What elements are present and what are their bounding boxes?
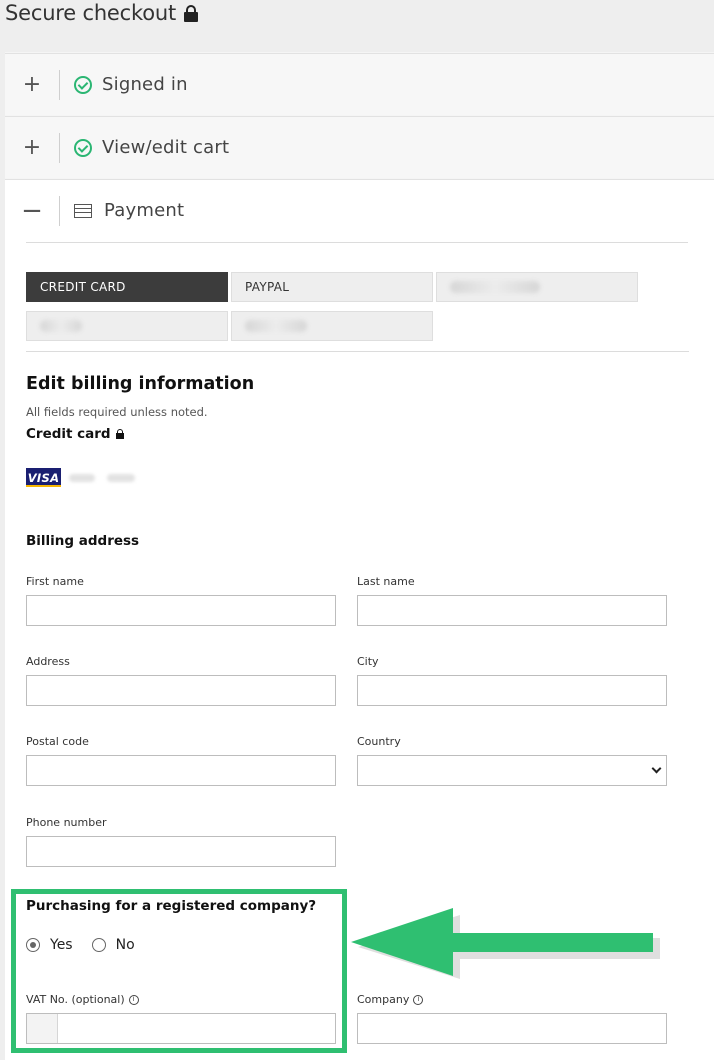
accordion-cart[interactable]: + View/edit cart	[5, 116, 714, 178]
check-circle-icon	[74, 138, 92, 157]
expand-icon[interactable]: +	[5, 69, 60, 100]
info-icon[interactable]: i	[413, 994, 424, 1005]
tab-payment-method-5[interactable]	[231, 311, 433, 341]
lock-icon	[184, 4, 198, 22]
chevron-down-icon	[651, 763, 662, 774]
country-select[interactable]	[357, 755, 667, 786]
first-name-input[interactable]	[26, 595, 336, 626]
radio-yes-label[interactable]: Yes	[50, 937, 73, 953]
vat-field	[26, 1013, 336, 1044]
required-note: All fields required unless noted.	[26, 405, 208, 419]
redacted-card-number	[69, 474, 95, 482]
annotation-arrow-shape	[351, 908, 653, 976]
check-circle-icon	[74, 75, 92, 94]
tab-label: PAYPAL	[245, 280, 290, 294]
accordion-payment[interactable]: − Payment	[5, 179, 714, 241]
radio-no-label[interactable]: No	[116, 937, 135, 953]
country-label: Country	[357, 735, 401, 748]
tab-label: CREDIT CARD	[40, 280, 126, 294]
accordion-signed-in[interactable]: + Signed in	[5, 53, 714, 115]
vat-input[interactable]	[26, 1013, 336, 1044]
vat-label: VAT No. (optional) i	[26, 993, 139, 1006]
billing-heading: Edit billing information	[26, 374, 255, 394]
postal-code-input[interactable]	[26, 755, 336, 786]
lock-icon	[115, 429, 124, 439]
city-label: City	[357, 655, 379, 668]
last-name-label: Last name	[357, 575, 415, 588]
last-name-input[interactable]	[357, 595, 667, 626]
address-label: Address	[26, 655, 70, 668]
vat-country-prefix	[27, 1014, 58, 1043]
credit-card-icon	[74, 203, 92, 218]
page-title-text: Secure checkout	[5, 1, 176, 25]
redacted-label	[245, 320, 307, 332]
accordion-label-payment: Payment	[104, 200, 185, 221]
redacted-label	[40, 320, 82, 332]
redacted-card-expiry	[107, 474, 135, 482]
company-input[interactable]	[357, 1013, 667, 1044]
radio-no[interactable]	[91, 938, 106, 952]
accordion-label-cart: View/edit cart	[102, 137, 230, 158]
tab-payment-method-3[interactable]	[436, 272, 638, 302]
company-radio-group: Yes No	[26, 937, 154, 953]
tab-payment-method-4[interactable]	[26, 311, 228, 341]
phone-label: Phone number	[26, 816, 107, 829]
annotation-arrow-icon	[351, 908, 660, 979]
postal-code-label: Postal code	[26, 735, 89, 748]
phone-input[interactable]	[26, 836, 336, 867]
divider	[26, 351, 689, 352]
accordion-label-signed-in: Signed in	[102, 74, 188, 95]
visa-logo: VISA	[26, 468, 61, 487]
info-icon[interactable]: i	[128, 994, 139, 1005]
redacted-label	[450, 281, 540, 293]
company-label: Company i	[357, 993, 424, 1006]
radio-yes[interactable]	[26, 938, 40, 952]
page-title: Secure checkout	[5, 0, 198, 26]
credit-card-label-text: Credit card	[26, 426, 111, 442]
expand-icon[interactable]: +	[5, 132, 60, 163]
divider	[26, 242, 688, 243]
tab-credit-card[interactable]: CREDIT CARD	[26, 272, 228, 302]
vat-label-text: VAT No. (optional)	[26, 993, 125, 1006]
company-label-text: Company	[357, 993, 410, 1006]
tab-paypal[interactable]: PAYPAL	[231, 272, 433, 302]
city-input[interactable]	[357, 675, 667, 706]
collapse-icon[interactable]: −	[5, 195, 60, 226]
credit-card-label: Credit card	[26, 426, 124, 442]
company-question: Purchasing for a registered company?	[26, 898, 317, 914]
billing-address-heading: Billing address	[26, 533, 140, 549]
address-input[interactable]	[26, 675, 336, 706]
first-name-label: First name	[26, 575, 84, 588]
